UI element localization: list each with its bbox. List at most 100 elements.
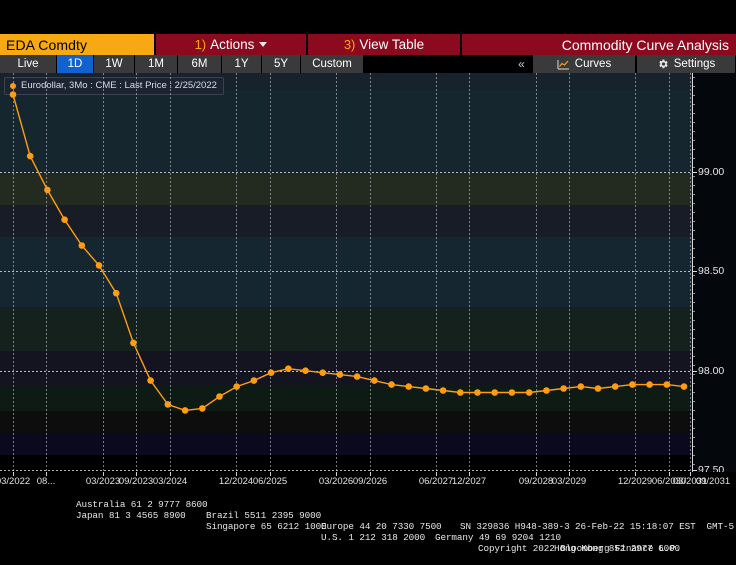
- curves-button[interactable]: Curves: [532, 55, 636, 73]
- y-axis-minor-tick: [693, 311, 695, 312]
- data-point[interactable]: [680, 383, 688, 390]
- y-axis-tick: [693, 470, 697, 471]
- y-axis-minor-tick: [693, 284, 695, 285]
- footer-line-1: Australia 61 2 9777 8600 Brazil 5511 239…: [0, 488, 736, 554]
- y-axis-minor-tick: [693, 104, 695, 105]
- range-button-1m[interactable]: 1M: [135, 55, 178, 73]
- data-point[interactable]: [44, 186, 51, 194]
- data-point[interactable]: [250, 377, 258, 384]
- data-point[interactable]: [474, 389, 481, 396]
- data-point[interactable]: [9, 91, 17, 98]
- y-axis-minor-tick: [693, 257, 695, 258]
- top-black-strip: [0, 0, 736, 34]
- menu-bar: EDA Comdty 1) Actions 3) View Table Comm…: [0, 34, 736, 55]
- data-point[interactable]: [216, 393, 223, 400]
- y-axis-minor-tick: [693, 230, 695, 231]
- y-axis-minor-tick: [693, 293, 695, 294]
- data-point[interactable]: [422, 385, 430, 392]
- y-axis-minor-tick: [693, 176, 695, 177]
- data-point[interactable]: [285, 365, 292, 373]
- footer-contact-germany: Germany 49 69 9204 1210: [435, 532, 562, 543]
- settings-button[interactable]: Settings: [636, 55, 736, 73]
- data-point[interactable]: [199, 405, 206, 412]
- data-point[interactable]: [26, 152, 34, 160]
- view-table-menu-number: 3): [343, 37, 356, 52]
- range-label: 1W: [105, 58, 123, 70]
- data-point[interactable]: [594, 385, 602, 392]
- footer-contact-europe: Europe 44 20 7330 7500: [321, 521, 442, 532]
- data-point[interactable]: [405, 383, 413, 390]
- data-point[interactable]: [388, 381, 395, 388]
- data-point[interactable]: [336, 371, 344, 378]
- price-curve: [9, 91, 688, 414]
- y-axis-minor-tick: [693, 221, 695, 222]
- range-label: 5Y: [273, 58, 289, 70]
- y-axis-labels: 99.00 98.50 98.00 97.50: [693, 73, 736, 476]
- data-point[interactable]: [525, 389, 533, 396]
- footer-contact-us: U.S. 1 212 318 2000: [321, 532, 426, 543]
- data-point[interactable]: [508, 389, 516, 396]
- page-title: Commodity Curve Analysis: [462, 34, 736, 55]
- data-point[interactable]: [577, 383, 585, 390]
- range-button-5y[interactable]: 5Y: [262, 55, 301, 73]
- data-point[interactable]: [61, 216, 68, 223]
- data-point[interactable]: [611, 383, 619, 390]
- y-axis-minor-tick: [693, 437, 695, 438]
- actions-menu-label: Actions: [210, 37, 255, 52]
- data-point[interactable]: [319, 369, 327, 377]
- range-label: 6M: [191, 58, 208, 70]
- y-axis-minor-tick: [693, 302, 695, 303]
- y-axis-minor-tick: [693, 95, 695, 96]
- data-point[interactable]: [439, 387, 447, 394]
- y-axis-tick: [693, 371, 697, 372]
- chart-area: Eurodollar, 3Mo : CME : Last Price : 2/2…: [0, 73, 736, 476]
- range-toolbar: Live 1D 1W 1M 6M 1Y 5Y Custom « Curves S…: [0, 55, 736, 73]
- range-button-1y[interactable]: 1Y: [222, 55, 262, 73]
- data-point[interactable]: [457, 389, 464, 396]
- footer-session-info: SN 329836 H948-389-3 26-Feb-22 15:18:07 …: [460, 521, 736, 532]
- data-point[interactable]: [629, 381, 636, 388]
- y-axis-label: 98.50: [698, 265, 725, 277]
- range-button-custom[interactable]: Custom: [301, 55, 364, 73]
- data-point[interactable]: [181, 407, 189, 414]
- data-point[interactable]: [147, 377, 154, 384]
- data-point[interactable]: [646, 381, 653, 388]
- data-point[interactable]: [112, 289, 120, 297]
- plot-canvas[interactable]: Eurodollar, 3Mo : CME : Last Price : 2/2…: [0, 73, 692, 472]
- footer: Australia 61 2 9777 8600 Brazil 5511 239…: [0, 486, 736, 554]
- data-point[interactable]: [543, 387, 550, 394]
- line-chart-icon: [557, 59, 570, 70]
- y-axis-minor-tick: [693, 455, 695, 456]
- curves-label: Curves: [574, 58, 612, 70]
- range-button-live[interactable]: Live: [0, 55, 57, 73]
- range-button-1w[interactable]: 1W: [94, 55, 135, 73]
- data-point[interactable]: [267, 369, 275, 377]
- data-point[interactable]: [95, 262, 103, 269]
- y-axis-minor-tick: [693, 140, 695, 141]
- y-axis-minor-tick: [693, 464, 695, 465]
- y-axis-minor-tick: [693, 374, 695, 375]
- y-axis-minor-tick: [693, 275, 695, 276]
- y-axis-minor-tick: [693, 338, 695, 339]
- data-point[interactable]: [663, 381, 671, 388]
- data-point[interactable]: [130, 339, 137, 347]
- data-point[interactable]: [164, 401, 172, 408]
- data-point[interactable]: [78, 242, 86, 249]
- range-button-1d[interactable]: 1D: [57, 55, 94, 73]
- data-point[interactable]: [560, 385, 567, 392]
- range-button-6m[interactable]: 6M: [178, 55, 222, 73]
- collapse-panel-button[interactable]: «: [511, 55, 532, 73]
- data-point[interactable]: [371, 377, 378, 384]
- footer-line-3: SN 329836 H948-389-3 26-Feb-22 15:18:07 …: [0, 510, 736, 532]
- ticker-label: EDA Comdty: [6, 36, 88, 53]
- actions-menu-button[interactable]: 1) Actions: [156, 34, 306, 55]
- data-point[interactable]: [491, 389, 499, 396]
- view-table-menu-label: View Table: [359, 37, 425, 52]
- settings-label: Settings: [673, 58, 716, 70]
- view-table-menu-button[interactable]: 3) View Table: [308, 34, 460, 55]
- data-point[interactable]: [233, 383, 240, 390]
- data-point[interactable]: [353, 373, 361, 380]
- ticker-field[interactable]: EDA Comdty: [0, 34, 154, 55]
- data-point[interactable]: [302, 367, 309, 375]
- y-axis-minor-tick: [693, 212, 695, 213]
